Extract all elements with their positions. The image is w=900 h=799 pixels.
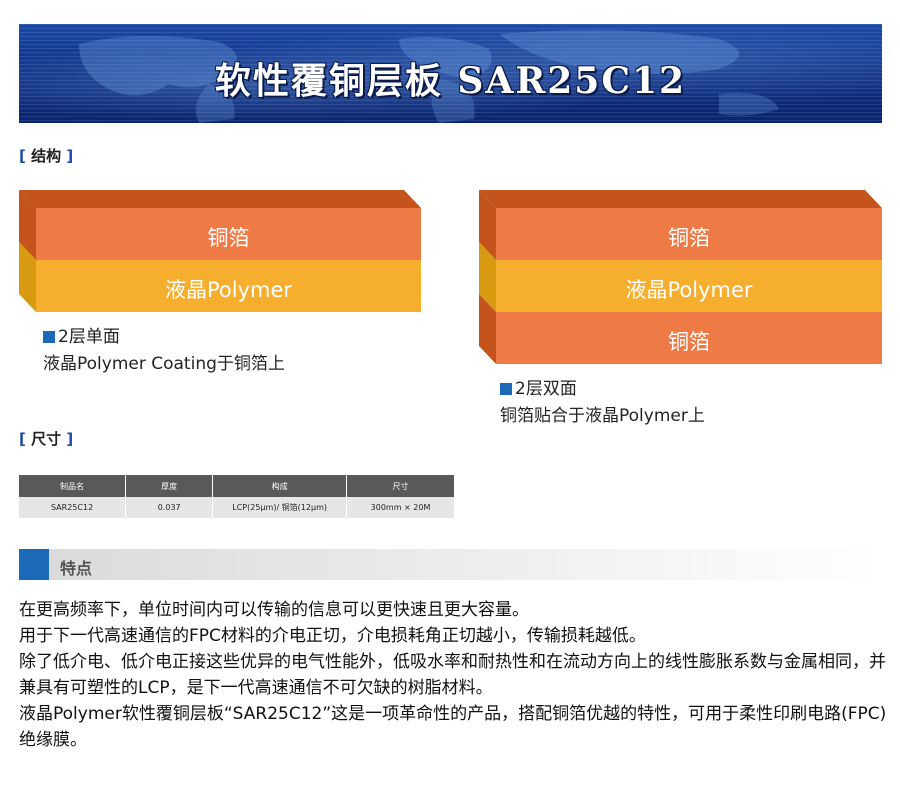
spec-cell-thickness: 0.037: [125, 497, 214, 518]
section-label-size: [ 尺寸 ]: [19, 430, 74, 448]
double-layer-copper-top-label: 铜箔: [668, 226, 710, 250]
double-top-face: [479, 190, 882, 208]
single-layer-copper-label: 铜箔: [207, 226, 250, 250]
single-top-face: [19, 190, 421, 208]
single-caption: 2层单面 液晶Polymer Coating于铜箔上: [43, 324, 285, 378]
double-layer-lcp-label: 液晶Polymer: [625, 278, 753, 302]
features-heading-bar: 特点: [19, 549, 882, 580]
features-line: 在更高频率下，单位时间内可以传输的信息可以更快速且更大容量。: [19, 600, 529, 620]
banner-title: 软性覆铜层板 SAR25C12: [214, 60, 687, 102]
spec-cell-product: SAR25C12: [19, 497, 127, 518]
section-label-structure-text: 结构: [31, 147, 62, 165]
features-line: 用于下一代高速通信的FPC材料的介电正切，介电损耗角正切越小，传输损耗越低。: [19, 626, 646, 646]
double-caption-desc: 铜箔贴合于液晶Polymer上: [500, 406, 705, 426]
section-label-size-text: 尺寸: [31, 430, 62, 448]
features-accent-block: [19, 549, 49, 580]
spec-header-composition: 构成: [212, 475, 348, 497]
spec-table: 制品名 厚度 构成 尺寸 SAR25C12 0.037 LCP(25μm)/ 铜…: [19, 475, 455, 518]
features-heading: 特点: [60, 559, 93, 578]
section-label-structure: [ 结构 ]: [19, 147, 74, 165]
table-row: SAR25C12 0.037 LCP(25μm)/ 铜箔(12μm) 300mm…: [19, 497, 455, 518]
single-layer-lcp-label: 液晶Polymer: [164, 278, 293, 302]
spec-header-thickness: 厚度: [125, 475, 214, 497]
spec-table-header-row: 制品名 厚度 构成 尺寸: [19, 475, 455, 497]
spec-header-size: 尺寸: [346, 475, 455, 497]
square-bullet-icon: [43, 331, 55, 343]
double-caption: 2层双面 铜箔贴合于液晶Polymer上: [500, 376, 705, 430]
header-banner: 软性覆铜层板 SAR25C12: [19, 24, 882, 123]
spec-header-product: 制品名: [19, 475, 127, 497]
single-caption-desc: 液晶Polymer Coating于铜箔上: [43, 354, 285, 374]
spec-cell-size: 300mm × 20M: [346, 497, 455, 518]
double-caption-title: 2层双面: [515, 379, 577, 399]
features-line: 液晶Polymer软性覆铜层板“SAR25C12”这是一项革命性的产品，搭配铜箔…: [19, 704, 887, 750]
single-caption-title: 2层单面: [58, 327, 120, 347]
double-layer-copper-bottom-label: 铜箔: [668, 330, 710, 354]
features-body: 在更高频率下，单位时间内可以传输的信息可以更快速且更大容量。 用于下一代高速通信…: [19, 597, 887, 753]
features-line: 除了低介电、低介电正接这些优异的电气性能外，低吸水率和耐热性和在流动方向上的线性…: [19, 652, 886, 698]
square-bullet-icon: [500, 383, 512, 395]
spec-cell-composition: LCP(25μm)/ 铜箔(12μm): [212, 497, 348, 518]
